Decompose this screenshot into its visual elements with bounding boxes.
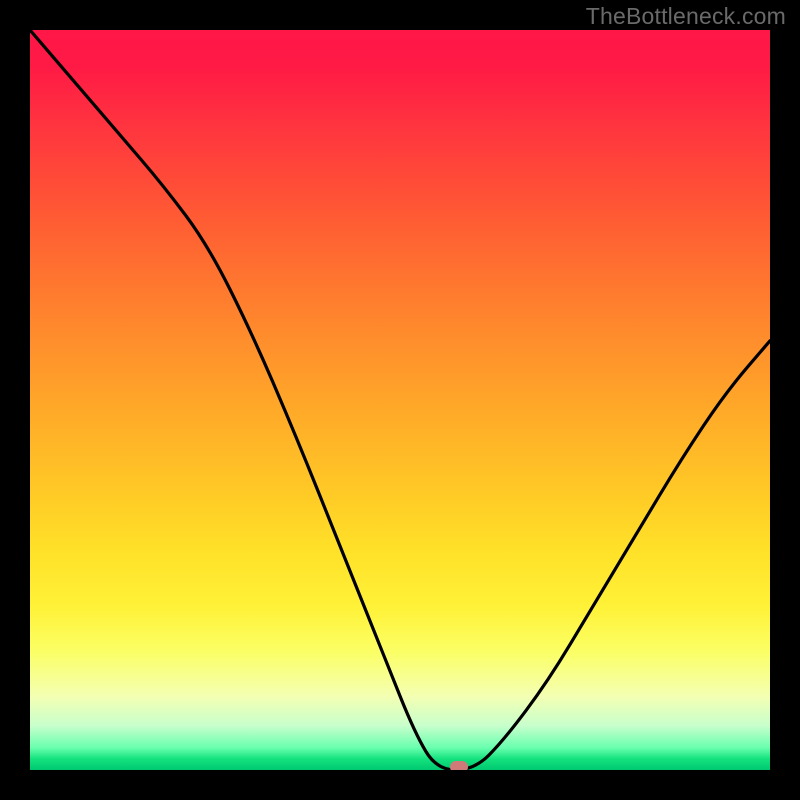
bottleneck-curve — [30, 30, 770, 770]
curve-path — [30, 30, 770, 770]
plot-area — [30, 30, 770, 770]
chart-container: TheBottleneck.com — [0, 0, 800, 800]
watermark-text: TheBottleneck.com — [586, 3, 786, 30]
optimum-marker — [450, 761, 468, 770]
